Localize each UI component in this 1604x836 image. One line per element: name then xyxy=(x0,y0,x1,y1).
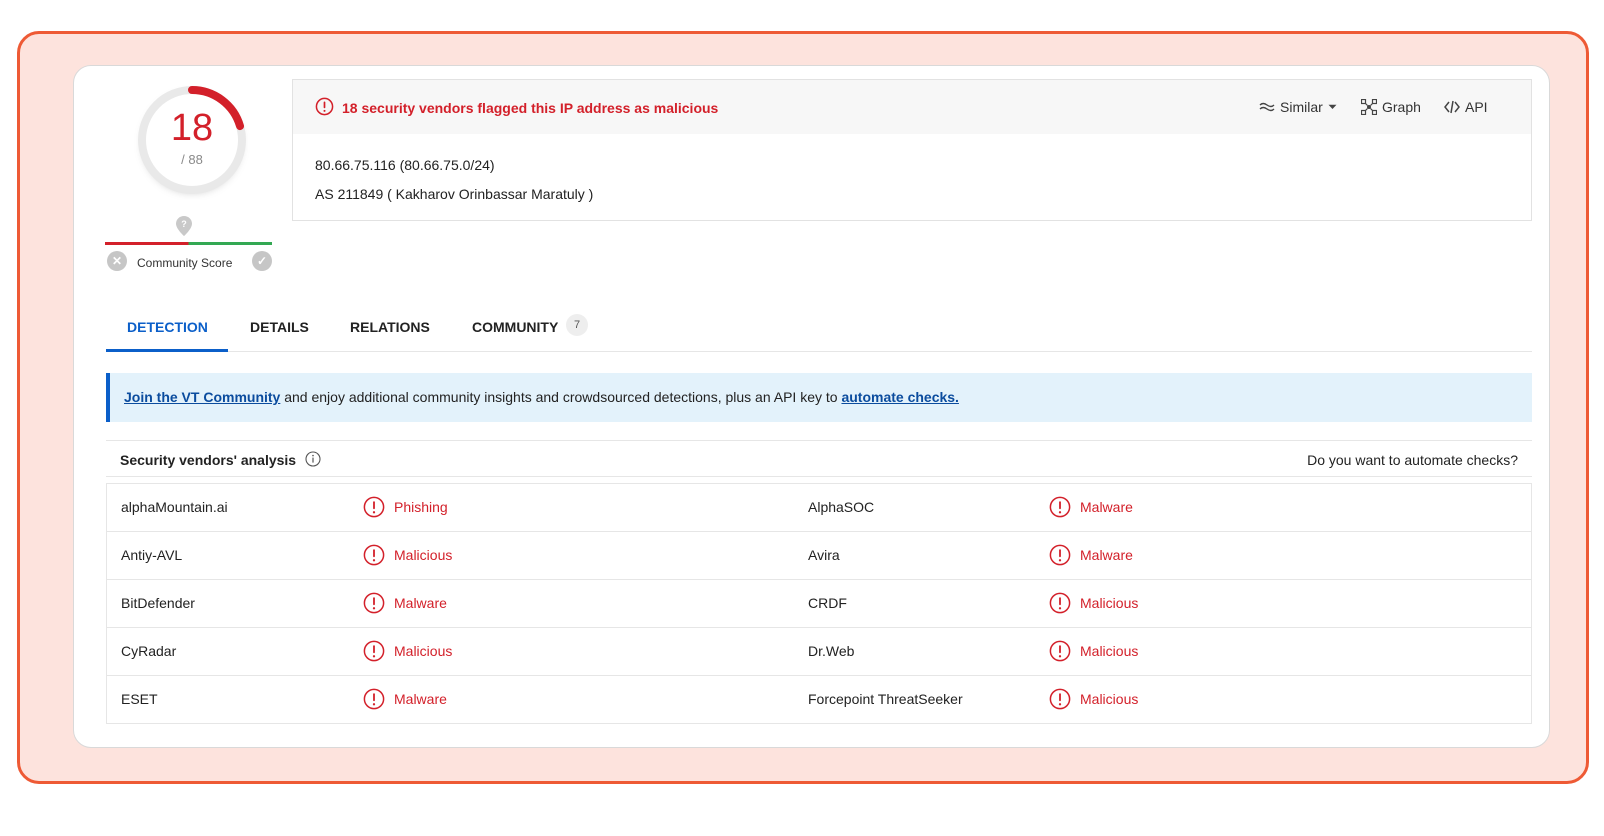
ip-address[interactable]: 80.66.75.116 (80.66.75.0/24) xyxy=(315,157,495,173)
similar-icon xyxy=(1259,102,1275,112)
api-icon xyxy=(1444,100,1460,114)
vendor-verdict: Malicious xyxy=(1080,643,1139,659)
api-label: API xyxy=(1465,99,1488,115)
community-score-marker-icon: ? xyxy=(176,216,192,236)
alert-circle-icon xyxy=(363,688,385,713)
alert-message: 18 security vendors flagged this IP addr… xyxy=(342,100,719,116)
vote-malicious-icon[interactable]: ✕ xyxy=(107,251,127,271)
alert-circle-icon xyxy=(363,544,385,569)
table-row: BitDefender Malware CRDF Malicious xyxy=(107,580,1531,628)
vendor-verdict: Phishing xyxy=(394,499,448,515)
security-vendors-analysis: Security vendors' analysis Do you want t… xyxy=(106,440,1532,724)
alert-circle-icon xyxy=(363,496,385,521)
alert-circle-icon xyxy=(1049,640,1071,665)
api-button[interactable]: API xyxy=(1444,99,1488,115)
highlight-frame: 18 / 88 ? ✕ Community Score ✓ 18 securit… xyxy=(17,31,1589,784)
vendor-verdict: Malicious xyxy=(1080,691,1139,707)
vendor-name: CyRadar xyxy=(121,643,177,659)
ip-report-card: 18 / 88 ? ✕ Community Score ✓ 18 securit… xyxy=(73,65,1550,748)
vendor-verdict: Malicious xyxy=(1080,595,1139,611)
vendor-name: alphaMountain.ai xyxy=(121,499,228,515)
active-tab-indicator xyxy=(106,349,228,352)
svg-text:?: ? xyxy=(181,219,187,229)
alert-circle-icon xyxy=(1049,592,1071,617)
banner-text: and enjoy additional community insights … xyxy=(280,389,842,405)
graph-label: Graph xyxy=(1382,99,1421,115)
vendor-name: Antiy-AVL xyxy=(121,547,183,563)
alert-circle-icon xyxy=(1049,496,1071,521)
vendor-name: Forcepoint ThreatSeeker xyxy=(808,691,963,707)
vendor-verdict: Malicious xyxy=(394,547,453,563)
vendors-analysis-title: Security vendors' analysis xyxy=(120,452,297,468)
alert-bar: 18 security vendors flagged this IP addr… xyxy=(293,80,1531,134)
tab-community[interactable]: COMMUNITY xyxy=(472,319,558,335)
alert-circle-icon xyxy=(1049,688,1071,713)
join-community-banner: Join the VT Community and enjoy addition… xyxy=(106,373,1532,422)
table-row: CyRadar Malicious Dr.Web Malicious xyxy=(107,628,1531,676)
vendor-verdict: Malware xyxy=(394,595,447,611)
ip-summary-header: 18 security vendors flagged this IP addr… xyxy=(292,79,1532,221)
vendor-verdict: Malware xyxy=(1080,547,1133,563)
chevron-down-icon xyxy=(1328,104,1337,109)
table-row: Antiy-AVL Malicious Avira Malware xyxy=(107,532,1531,580)
vendor-verdict: Malware xyxy=(394,691,447,707)
vendor-name: AlphaSOC xyxy=(808,499,875,515)
vendor-name: BitDefender xyxy=(121,595,195,611)
community-score-label: Community Score xyxy=(137,256,233,270)
community-count-badge: 7 xyxy=(566,314,588,336)
graph-icon xyxy=(1361,99,1377,115)
table-row: ESET Malware Forcepoint ThreatSeeker Malici… xyxy=(107,676,1531,724)
alert-circle-icon xyxy=(315,97,334,116)
vendors-table-header: Security vendors' analysis Do you want t… xyxy=(106,440,1532,477)
vendor-verdict: Malicious xyxy=(394,643,453,659)
report-tabs: DETECTION DETAILS RELATIONS COMMUNITY 7 xyxy=(106,302,1532,352)
vendor-name: ESET xyxy=(121,691,158,707)
join-community-link[interactable]: Join the VT Community xyxy=(124,389,280,405)
community-score-bar xyxy=(105,242,272,245)
alert-circle-icon xyxy=(363,592,385,617)
detection-score-ring: 18 / 88 xyxy=(132,80,252,200)
autonomous-system[interactable]: AS 211849 ( Kakharov Orinbassar Maratuly… xyxy=(315,186,593,202)
vote-harmless-icon[interactable]: ✓ xyxy=(252,251,272,271)
vendor-name: Dr.Web xyxy=(808,643,855,659)
alert-circle-icon xyxy=(1049,544,1071,569)
vendor-verdict: Malware xyxy=(1080,499,1133,515)
detection-count: 18 xyxy=(170,107,214,149)
vendor-name: CRDF xyxy=(808,595,847,611)
info-icon[interactable] xyxy=(305,451,321,467)
table-row: alphaMountain.ai Phishing AlphaSOC Malware xyxy=(107,484,1531,532)
similar-button[interactable]: Similar xyxy=(1259,99,1337,115)
alert-circle-icon xyxy=(363,640,385,665)
tab-detection[interactable]: DETECTION xyxy=(127,319,208,335)
tab-details[interactable]: DETAILS xyxy=(250,319,309,335)
automate-checks-prompt[interactable]: Do you want to automate checks? xyxy=(1307,452,1518,468)
vendor-name: Avira xyxy=(808,547,840,563)
graph-button[interactable]: Graph xyxy=(1361,99,1421,115)
detection-total: / 88 xyxy=(181,152,203,167)
automate-checks-link[interactable]: automate checks. xyxy=(841,389,959,405)
vendors-table-body: alphaMountain.ai Phishing AlphaSOC Malware A… xyxy=(106,483,1532,724)
similar-label: Similar xyxy=(1280,99,1323,115)
tab-relations[interactable]: RELATIONS xyxy=(350,319,430,335)
